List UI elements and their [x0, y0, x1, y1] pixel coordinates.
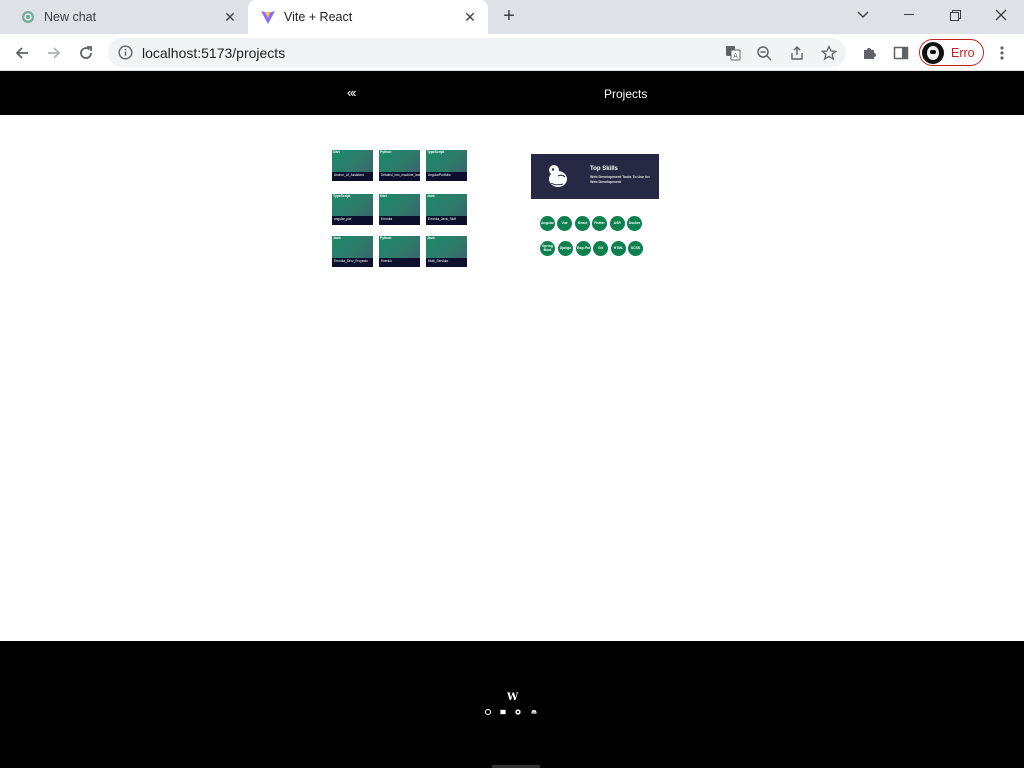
project-footer: angular_pwr	[332, 216, 373, 225]
vite-icon	[260, 9, 276, 25]
project-name: Anchor_AI_Assistant	[334, 173, 364, 177]
tab-new-chat[interactable]: New chat ✕	[8, 0, 248, 34]
skill-badge: Django	[558, 241, 573, 256]
share-icon[interactable]	[788, 44, 806, 62]
project-footer: Erronka	[379, 216, 420, 225]
skill-badge: Docker	[627, 216, 642, 231]
zoom-out-icon[interactable]	[755, 44, 773, 62]
profile-button[interactable]: Erro	[919, 39, 984, 66]
back-chevron-button[interactable]: «‹	[347, 85, 356, 100]
skill-badge: React	[575, 216, 590, 231]
project-language: Dart	[380, 194, 387, 198]
project-card[interactable]: Dart Anchor_AI_Assistant	[332, 150, 373, 181]
project-footer: AngularPortfolio	[426, 172, 467, 181]
skill-badge: Vue	[557, 216, 572, 231]
site-info-icon[interactable]	[118, 45, 133, 60]
skill-badge: SCSS	[628, 241, 643, 256]
reload-icon[interactable]	[73, 40, 99, 66]
forward-arrow-icon[interactable]	[41, 40, 67, 66]
tab-search-chevron-icon[interactable]	[840, 0, 886, 30]
project-name: angular_pwr	[334, 217, 352, 221]
url-text: localhost:5173/projects	[142, 45, 286, 61]
project-name: AngularPortfolio	[428, 173, 451, 177]
browser-tab-strip: New chat ✕ Vite + React ✕ +	[0, 0, 1024, 34]
project-name: Erronka	[381, 217, 393, 221]
browser-toolbar: localhost:5173/projects A Erro	[0, 34, 1024, 71]
bookmark-star-icon[interactable]	[820, 44, 838, 62]
profile-label: Erro	[951, 45, 975, 60]
project-language: Python	[380, 150, 392, 154]
kebab-menu-icon[interactable]	[989, 40, 1015, 66]
tab-title: New chat	[44, 10, 97, 24]
skill-badge: Git	[593, 241, 608, 256]
project-card[interactable]: Java Multi_Servidor	[426, 236, 467, 267]
linkedin-icon[interactable]	[485, 709, 491, 715]
project-card[interactable]: Java Erronka_Serv_Proyecto	[332, 236, 373, 267]
project-footer: Multi_Servidor	[426, 258, 467, 267]
project-language: Java	[427, 194, 435, 198]
project-language: Java	[333, 236, 341, 240]
page-title: Projects	[604, 87, 648, 101]
skill-badge: Flutter	[592, 216, 607, 231]
project-card[interactable]: TypeScript AngularPortfolio	[426, 150, 467, 181]
extensions-puzzle-icon[interactable]	[856, 40, 882, 66]
svg-text:A: A	[733, 52, 738, 60]
project-footer: Enerlux	[379, 258, 420, 267]
project-footer: Anchor_AI_Assistant	[332, 172, 373, 181]
tab-vite-react[interactable]: Vite + React ✕	[248, 0, 488, 34]
close-window-button[interactable]	[978, 0, 1024, 30]
project-footer: Erronka_Serv_Proyecto	[332, 258, 373, 267]
project-language: Python	[380, 236, 392, 240]
project-name: Multi_Servidor	[428, 259, 449, 263]
project-name: Enerlux	[381, 259, 392, 263]
project-name: Erronka_Java_Stuff	[428, 217, 456, 221]
project-card[interactable]: Java Erronka_Java_Stuff	[426, 194, 467, 225]
top-skills-banner: Top Skills Web Development Tools To Use …	[531, 154, 659, 199]
tab-title: Vite + React	[284, 10, 353, 24]
minimize-button[interactable]	[886, 0, 932, 30]
skill-badge: Spring Boot	[540, 241, 555, 256]
project-card[interactable]: TypeScript angular_pwr	[332, 194, 373, 225]
mail-icon[interactable]	[500, 709, 506, 715]
project-language: Dart	[333, 150, 340, 154]
footer-brand-logo: W	[507, 692, 519, 703]
new-tab-button[interactable]: +	[498, 6, 520, 28]
close-tab-icon[interactable]: ✕	[462, 9, 478, 25]
top-skills-title: Top Skills	[590, 166, 618, 172]
app-header: «‹ Projects	[0, 71, 1024, 115]
project-language: TypeScript	[427, 150, 445, 154]
skill-badge: ASP.	[610, 216, 625, 231]
discord-icon[interactable]	[531, 709, 537, 715]
close-tab-icon[interactable]: ✕	[222, 9, 238, 25]
skill-badge: Bop-Pal	[576, 241, 591, 256]
project-name: Erronka_Serv_Proyecto	[334, 259, 368, 263]
back-arrow-icon[interactable]	[9, 40, 35, 66]
project-card[interactable]: Dart Erronka	[379, 194, 420, 225]
translate-icon[interactable]: A	[724, 44, 742, 62]
top-skills-subtitle: Web Development Tools To Use for Web Dev…	[590, 175, 650, 184]
skill-badge: HTML	[611, 241, 626, 256]
skill-badge: Angular	[540, 216, 555, 231]
openai-icon	[20, 9, 36, 25]
project-footer: Erronka_Java_Stuff	[426, 216, 467, 225]
project-language: TypeScript	[333, 194, 351, 198]
page-footer: W	[0, 641, 1024, 768]
project-footer: Detailed_into_machine_leaning_assistant	[379, 172, 440, 181]
project-card[interactable]: Python Detailed_into_machine_leaning_ass…	[379, 150, 440, 181]
address-bar[interactable]: localhost:5173/projects A	[108, 38, 846, 67]
project-language: Java	[427, 236, 435, 240]
mascot-logo-icon	[545, 163, 571, 189]
restore-button[interactable]	[932, 0, 978, 30]
project-card[interactable]: Python Enerlux	[379, 236, 420, 267]
side-panel-icon[interactable]	[888, 40, 914, 66]
github-icon[interactable]	[515, 709, 521, 715]
avatar	[922, 41, 944, 64]
